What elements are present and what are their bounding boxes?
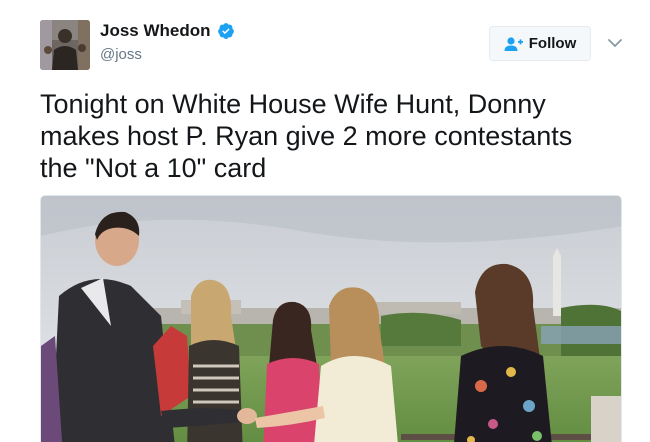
author-name[interactable]: Joss Whedon [100, 21, 235, 41]
author-display-name[interactable]: Joss Whedon [100, 21, 211, 41]
avatar[interactable] [40, 20, 90, 70]
tweet-text-line: the "Not a 10" card [40, 153, 267, 183]
follow-button[interactable]: Follow [489, 26, 591, 61]
tweet-photo[interactable] [40, 195, 622, 442]
follow-label: Follow [528, 35, 577, 52]
tweet-text-line: makes host P. Ryan give 2 more contestan… [40, 121, 573, 151]
tweet-text-line: Tonight on White House Wife Hunt, Donny [40, 89, 546, 119]
add-user-icon [504, 36, 523, 51]
tweet-card: Joss Whedon @joss Follow Tonight on Whit… [0, 0, 650, 442]
verified-badge-icon [217, 23, 234, 39]
author-handle[interactable]: @joss [100, 46, 142, 63]
chevron-down-icon[interactable] [606, 34, 624, 52]
tweet-text: Tonight on White House Wife Hunt, Donny … [40, 88, 640, 184]
